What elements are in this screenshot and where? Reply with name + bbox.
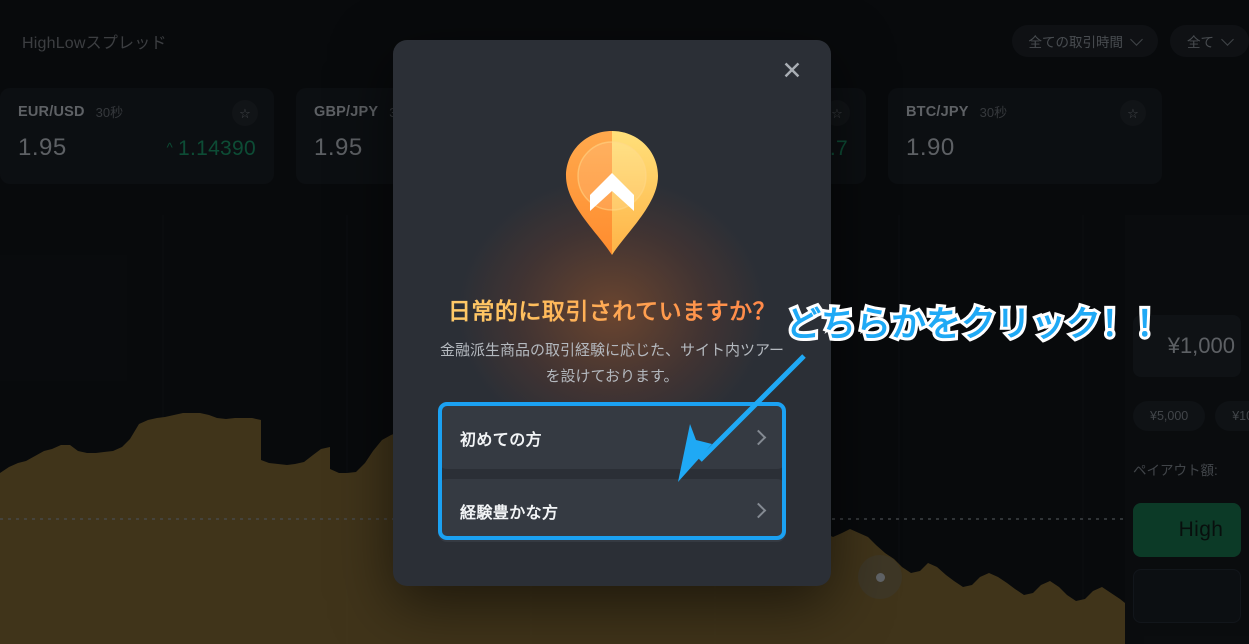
screen: HighLowスプレッド 全ての取引時間 全て EUR/USD 30秒 ☆ 1.…: [0, 0, 1249, 644]
onboarding-modal: ✕ 日常的に取引されていますか？ 金融派生商品の取引経験に応じた、サイト内ツアー…: [393, 40, 831, 586]
choice-list: 初めての方 経験豊かな方: [438, 406, 786, 542]
modal-description: 金融派生商品の取引経験に応じた、サイト内ツアーを設けております。: [439, 342, 785, 386]
chevron-right-icon: [750, 502, 767, 519]
chevron-right-icon: [750, 429, 767, 446]
choice-experienced[interactable]: 経験豊かな方: [438, 479, 786, 542]
location-pin-icon: [566, 131, 658, 255]
choice-experienced-label: 経験豊かな方: [460, 504, 559, 522]
modal-title: 日常的に取引されていますか？: [393, 292, 831, 326]
choice-beginner-label: 初めての方: [460, 431, 543, 449]
annotation-text: どちらかをクリック！！: [783, 302, 1174, 347]
choice-beginner[interactable]: 初めての方: [438, 406, 786, 469]
close-icon[interactable]: ✕: [773, 52, 811, 90]
